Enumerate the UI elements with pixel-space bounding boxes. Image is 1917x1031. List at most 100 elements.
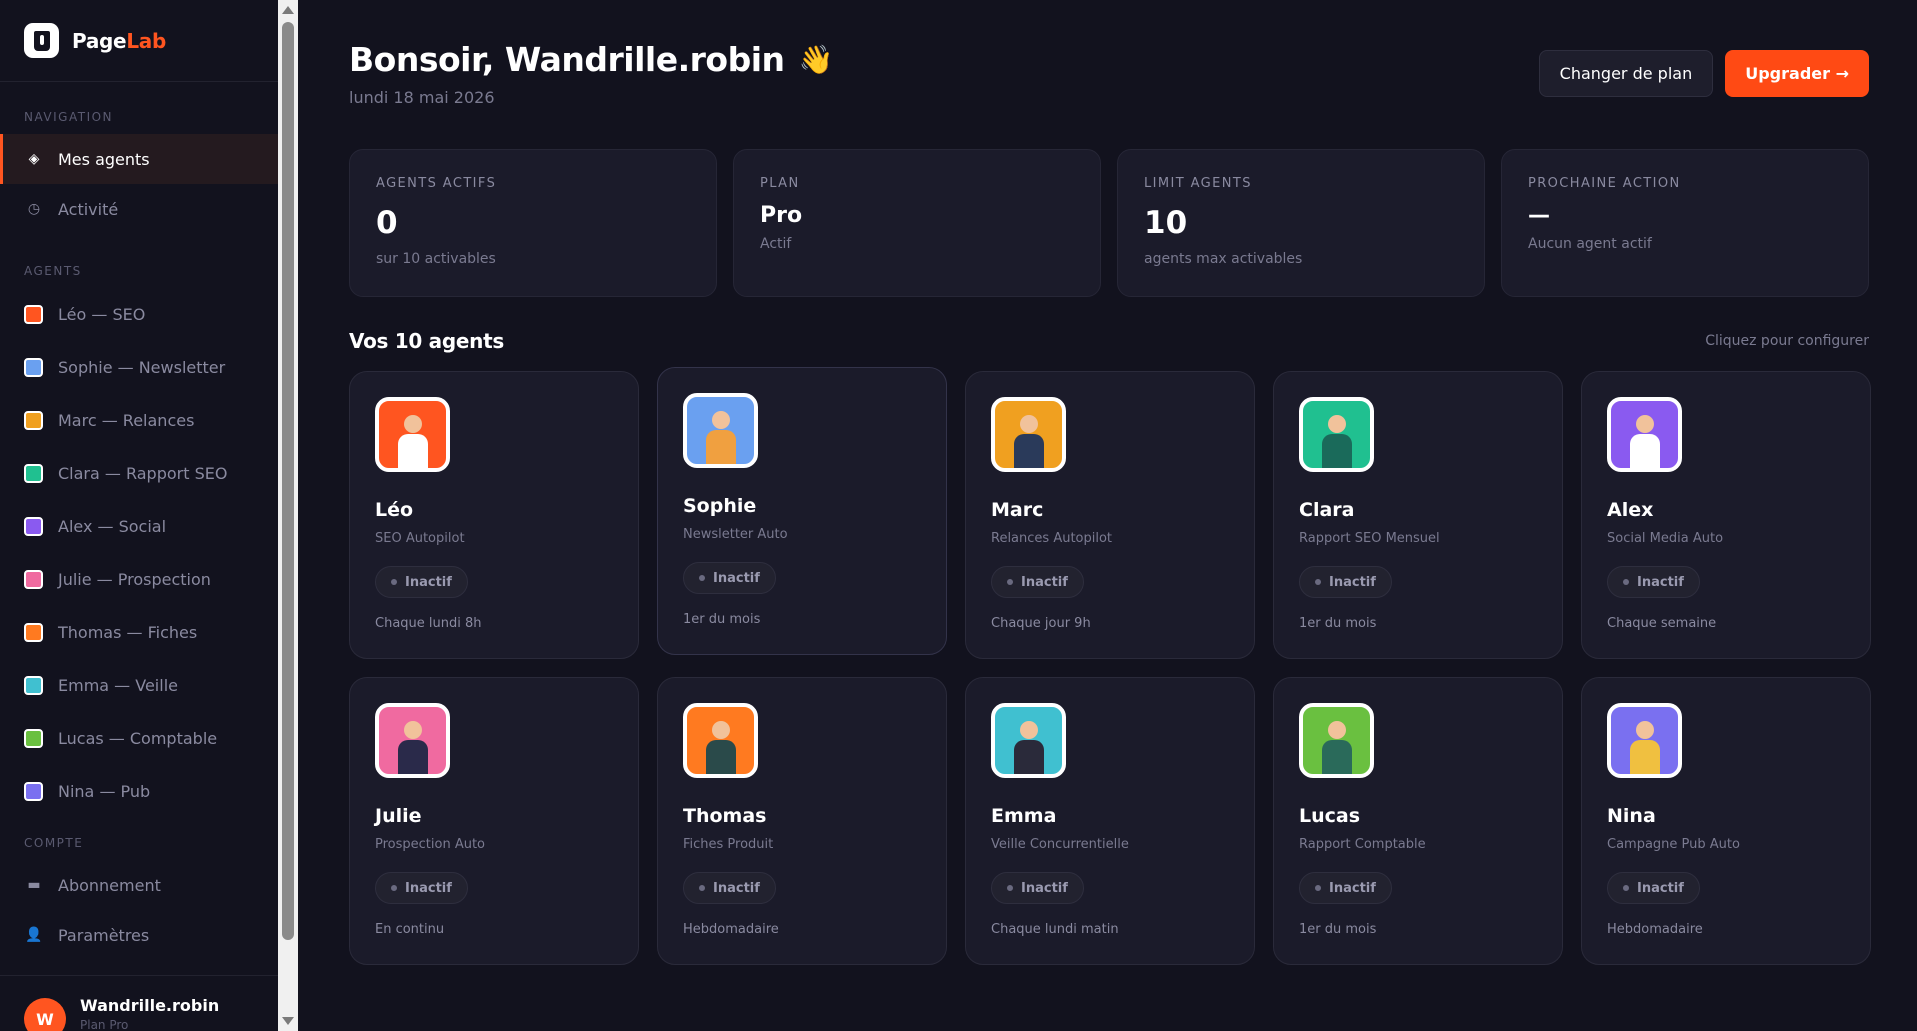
account-section-title: COMPTE: [24, 836, 84, 850]
stat-label: LIMIT AGENTS: [1144, 176, 1252, 191]
sidebar-item-agent[interactable]: Emma — Veille: [0, 659, 278, 712]
sidebar-item-label: Léo — SEO: [58, 305, 146, 324]
sidebar-item-label: Lucas — Comptable: [58, 729, 218, 748]
sidebar-item-parametres[interactable]: 👤 Paramètres: [0, 910, 278, 960]
agent-card[interactable]: Marc Relances Autopilot Inactif Chaque jour…: [965, 371, 1255, 659]
status-text: Inactif: [1637, 574, 1684, 590]
agent-card[interactable]: Léo SEO Autopilot Inactif Chaque lundi 8h: [349, 371, 639, 659]
agent-card[interactable]: Clara Rapport SEO Mensuel Inactif 1er du mo…: [1273, 371, 1563, 659]
scroll-up-arrow-icon[interactable]: [282, 6, 294, 14]
agents-section-header: Vos 10 agents Cliquez pour configurer: [349, 329, 1869, 353]
sidebar-item-agent[interactable]: Thomas — Fiches: [0, 606, 278, 659]
agent-avatar-icon: [375, 703, 450, 778]
stat-value: 0: [376, 205, 398, 241]
agent-card[interactable]: Alex Social Media Auto Inactif Chaque semai…: [1581, 371, 1871, 659]
sidebar-item-label: Julie — Prospection: [58, 570, 211, 589]
sidebar-item-agent[interactable]: Alex — Social: [0, 500, 278, 553]
stat-sub: agents max activables: [1144, 251, 1303, 267]
sidebar: PageLab NAVIGATION ◈ Mes agents ◷ Activi…: [0, 0, 278, 1031]
greeting-text: Bonsoir, Wandrille.robin: [349, 40, 785, 79]
sidebar-item-label: Clara — Rapport SEO: [58, 464, 228, 483]
sidebar-item-agent[interactable]: Clara — Rapport SEO: [0, 447, 278, 500]
user-profile[interactable]: W Wandrille.robin Plan Pro: [0, 975, 278, 1031]
agent-card[interactable]: Nina Campagne Pub Auto Inactif Hebdomadaire: [1581, 677, 1871, 965]
brand-logo-icon: [24, 23, 59, 58]
agent-card[interactable]: Julie Prospection Auto Inactif En continu: [349, 677, 639, 965]
app-root: PageLab NAVIGATION ◈ Mes agents ◷ Activi…: [0, 0, 1917, 1031]
agent-avatar-icon: [375, 397, 450, 472]
agent-avatar-icon: [1299, 397, 1374, 472]
header-actions: Changer de plan Upgrader →: [1538, 50, 1869, 97]
agent-description: Campagne Pub Auto: [1607, 837, 1740, 852]
status-dot-icon: [1623, 885, 1629, 891]
status-text: Inactif: [405, 880, 452, 896]
sidebar-item-agent[interactable]: Julie — Prospection: [0, 553, 278, 606]
agent-description: Prospection Auto: [375, 837, 486, 852]
sidebar-item-agent[interactable]: Léo — SEO: [0, 288, 278, 341]
agent-card[interactable]: Lucas Rapport Comptable Inactif 1er du mois: [1273, 677, 1563, 965]
agent-card[interactable]: Emma Veille Concurrentielle Inactif Chaque …: [965, 677, 1255, 965]
agent-description: Newsletter Auto: [683, 527, 788, 542]
wave-icon: 👋: [798, 43, 834, 76]
status-dot-icon: [391, 579, 397, 585]
agent-avatar-icon: [1607, 397, 1682, 472]
sidebar-item-agent[interactable]: Marc — Relances: [0, 394, 278, 447]
agent-avatar-icon: [24, 517, 43, 536]
agent-avatar-icon: [24, 358, 43, 377]
agent-description: Rapport Comptable: [1299, 837, 1426, 852]
agent-avatar-icon: [24, 676, 43, 695]
sidebar-item-abonnement[interactable]: ▬ Abonnement: [0, 860, 278, 910]
scroll-down-arrow-icon[interactable]: [282, 1017, 294, 1025]
sidebar-item-activite[interactable]: ◷ Activité: [0, 184, 278, 234]
status-badge: Inactif: [991, 872, 1084, 904]
scroll-thumb[interactable]: [282, 22, 294, 940]
change-plan-button[interactable]: Changer de plan: [1538, 50, 1714, 97]
agent-avatar-icon: [683, 393, 758, 468]
agent-avatar-icon: [1607, 703, 1682, 778]
sidebar-item-label: Marc — Relances: [58, 411, 195, 430]
agent-avatar-icon: [24, 305, 43, 324]
sidebar-item-agent[interactable]: Lucas — Comptable: [0, 712, 278, 765]
agent-avatar-icon: [991, 703, 1066, 778]
agent-description: Relances Autopilot: [991, 531, 1113, 546]
upgrade-button[interactable]: Upgrader →: [1725, 50, 1869, 97]
sidebar-item-label: Abonnement: [58, 875, 161, 895]
agent-card[interactable]: Sophie Newsletter Auto Inactif 1er du mois: [657, 367, 947, 655]
agent-schedule: Chaque lundi matin: [991, 922, 1119, 937]
stat-value: 10: [1144, 205, 1188, 241]
stat-label: PROCHAINE ACTION: [1528, 176, 1681, 191]
sidebar-item-agent[interactable]: Nina — Pub: [0, 765, 278, 818]
agent-avatar-icon: [683, 703, 758, 778]
stat-card-plan: PLAN Pro Actif: [733, 149, 1101, 297]
sidebar-item-label: Sophie — Newsletter: [58, 358, 226, 377]
status-text: Inactif: [1637, 880, 1684, 896]
status-text: Inactif: [713, 880, 760, 896]
agent-name: Alex: [1607, 499, 1654, 521]
agent-avatar-icon: [24, 411, 43, 430]
status-text: Inactif: [405, 574, 452, 590]
status-badge: Inactif: [1607, 872, 1700, 904]
sidebar-item-mes-agents[interactable]: ◈ Mes agents: [0, 134, 278, 184]
status-badge: Inactif: [1299, 872, 1392, 904]
sidebar-item-label: Nina — Pub: [58, 782, 151, 801]
sidebar-scrollbar[interactable]: [278, 0, 298, 1031]
agent-schedule: En continu: [375, 922, 445, 937]
agent-avatar-icon: [24, 464, 43, 483]
agent-name: Léo: [375, 499, 414, 521]
agent-card[interactable]: Thomas Fiches Produit Inactif Hebdomadaire: [657, 677, 947, 965]
brand-name-part2: Lab: [126, 28, 166, 53]
sidebar-item-agent[interactable]: Sophie — Newsletter: [0, 341, 278, 394]
stats-row: AGENTS ACTIFS 0 sur 10 activables PLAN P…: [349, 149, 1869, 297]
brand-name: PageLab: [72, 29, 166, 53]
agent-name: Marc: [991, 499, 1044, 521]
status-text: Inactif: [1021, 574, 1068, 590]
brand[interactable]: PageLab: [0, 0, 278, 82]
user-icon: 👤: [25, 927, 43, 943]
agents-section-title: AGENTS: [24, 264, 82, 278]
credit-card-icon: ▬: [27, 877, 41, 893]
status-badge: Inactif: [683, 562, 776, 594]
diamond-icon: ◈: [28, 151, 40, 167]
agent-avatar-icon: [24, 623, 43, 642]
status-dot-icon: [1623, 579, 1629, 585]
agent-description: Veille Concurrentielle: [991, 837, 1129, 852]
